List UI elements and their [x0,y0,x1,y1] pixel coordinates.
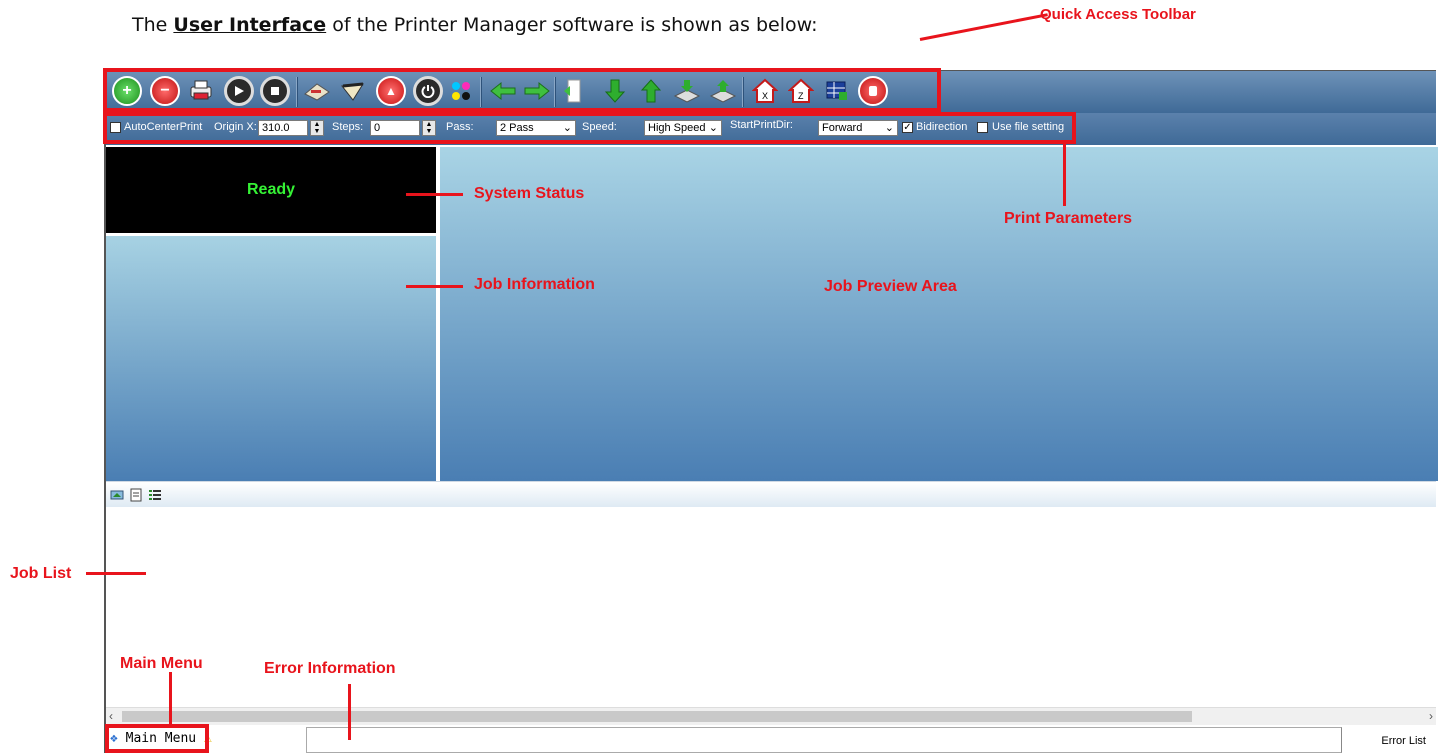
job-list-scrollbar[interactable]: ‹ › [106,707,1436,725]
status-pointer [406,193,463,196]
user-interface-link: User Interface [173,14,327,36]
mainmenu-pointer [169,672,172,726]
properties-icon[interactable] [130,488,142,507]
joblist-pointer [86,572,146,575]
system-status-panel: Ready [106,147,436,233]
main-menu-label: Main Menu [120,655,203,672]
error-information-field [306,727,1342,753]
error-list-button[interactable]: Error List [1381,735,1426,747]
error-pointer [348,684,351,740]
flag-icon[interactable] [110,488,124,507]
toolbar-highlight [103,68,941,112]
toolbar-pointer [919,13,1048,41]
job-list-label: Job List [10,565,72,582]
printer-manager-window: + − ▲ X Z AutoCenterPrint Origin X: 310.… [104,70,1438,754]
bottom-status-bar: ❖ Main Menu ⚠ Error List [106,725,1436,754]
job-preview-area-label: Job Preview Area [824,278,957,295]
print-parameters-label: Print Parameters [1004,210,1133,227]
system-status-label: System Status [474,185,585,202]
jobinfo-pointer [406,285,463,288]
scrollbar-thumb[interactable] [122,711,1192,722]
job-information-panel [106,236,436,481]
quick-access-toolbar-label: Quick Access Toolbar [1040,6,1196,23]
status-text: Ready [246,181,296,198]
job-preview-area [440,147,1438,481]
job-information-label: Job Information [474,276,595,293]
error-information-label: Error Information [264,660,396,677]
list-view-icon[interactable] [148,488,162,507]
caption-text: The User Interface of the Printer Manage… [132,14,818,36]
scroll-right-icon[interactable]: › [1429,709,1433,723]
scroll-left-icon[interactable]: ‹ [109,709,113,723]
params-highlight [103,112,1076,144]
main-menu-highlight [105,724,209,753]
job-list-toolbar [106,481,1436,508]
params-pointer [1063,144,1066,206]
